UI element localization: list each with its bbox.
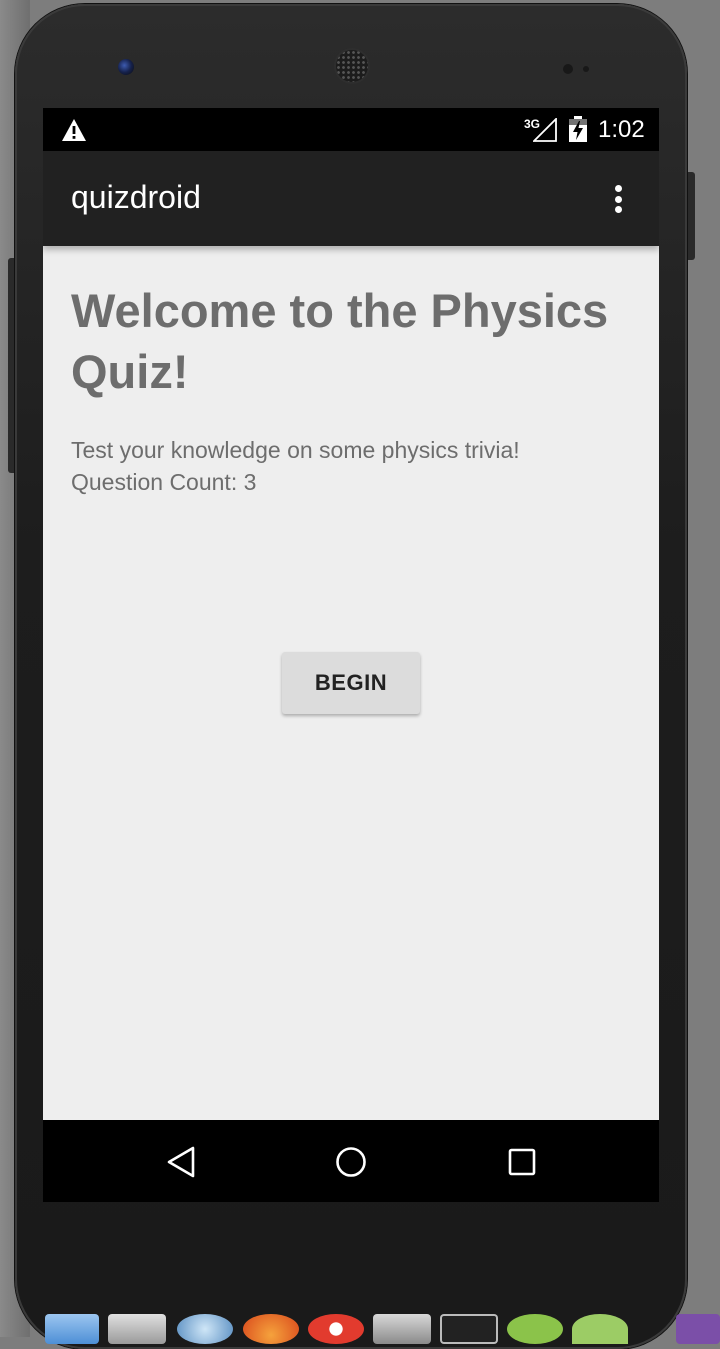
back-button[interactable] (159, 1140, 203, 1184)
emulator-icon[interactable] (676, 1314, 720, 1344)
status-clock: 1:02 (598, 116, 645, 143)
back-icon (167, 1146, 195, 1178)
welcome-heading: Welcome to the Physics Quiz! (71, 284, 609, 398)
overflow-menu-icon[interactable] (603, 181, 633, 217)
status-bar: 3G 1:02 (43, 108, 659, 151)
navigation-bar (43, 1120, 659, 1202)
question-count-text: Question Count: 3 (71, 469, 257, 495)
firefox-icon[interactable] (243, 1314, 299, 1344)
recents-icon (508, 1148, 536, 1176)
android-icon[interactable] (572, 1314, 628, 1344)
home-icon (336, 1147, 366, 1177)
device-screen: 3G 1:02 quizdroid Welcome to the Physics… (43, 108, 659, 1202)
terminal-icon[interactable] (440, 1314, 498, 1344)
light-sensor (583, 66, 589, 72)
app-title: quizdroid (71, 179, 201, 215)
welcome-content: Welcome to the Physics Quiz! Test your k… (71, 280, 641, 498)
desktop-dock (40, 1314, 720, 1344)
system-preferences-icon[interactable] (373, 1314, 431, 1344)
signal-icon (533, 118, 557, 142)
description-text: Test your knowledge on some physics triv… (71, 437, 520, 463)
recents-button[interactable] (500, 1140, 544, 1184)
front-camera (118, 59, 134, 75)
app-bar: quizdroid (43, 151, 659, 246)
quiz-description: Test your knowledge on some physics triv… (71, 434, 641, 498)
warning-icon (62, 119, 86, 141)
overflow-dot (614, 195, 622, 203)
earpiece-speaker (336, 50, 368, 82)
finder-icon[interactable] (45, 1314, 99, 1344)
android-studio-icon[interactable] (507, 1314, 563, 1344)
proximity-sensor (563, 64, 573, 74)
begin-button[interactable]: BEGIN (282, 652, 420, 714)
home-button[interactable] (329, 1140, 373, 1184)
battery-charging-icon (569, 116, 587, 142)
overflow-dot (614, 185, 622, 192)
app-icon[interactable] (108, 1314, 166, 1344)
overflow-dot (614, 206, 622, 213)
safari-icon[interactable] (177, 1314, 233, 1344)
power-button[interactable] (687, 172, 695, 260)
chrome-icon[interactable] (308, 1314, 364, 1344)
